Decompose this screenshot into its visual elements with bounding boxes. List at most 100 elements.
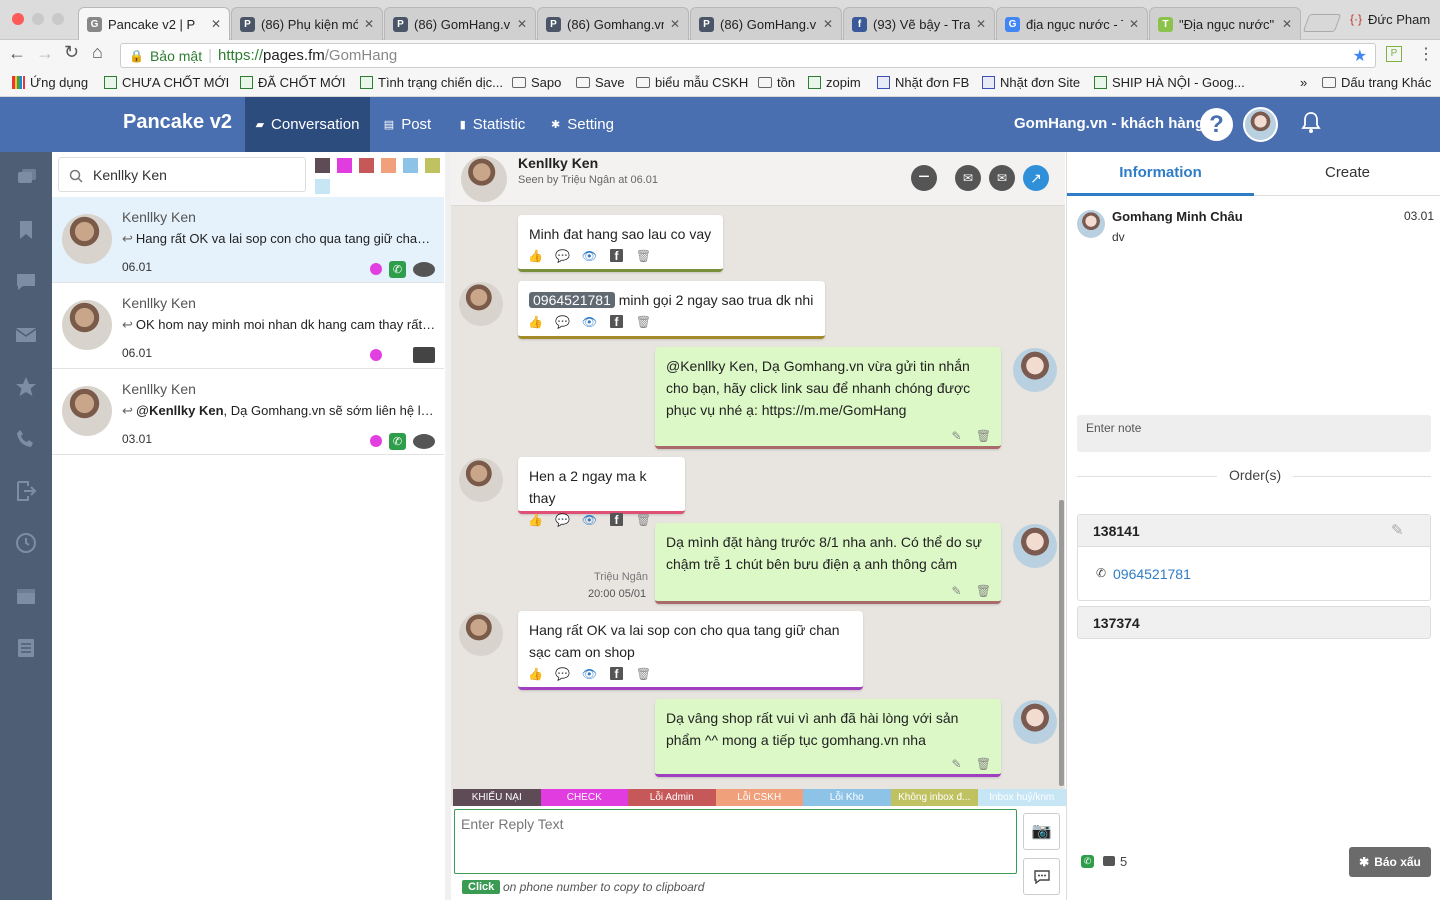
share-icon[interactable]: ↗ — [1023, 165, 1049, 191]
tag-button[interactable]: Lỗi Kho — [803, 789, 891, 806]
browser-tab[interactable]: P (86) Phụ kiện mới ✕ — [231, 7, 383, 40]
forward-icon[interactable]: → — [36, 43, 54, 64]
user-avatar[interactable] — [1243, 107, 1278, 142]
color-filter-swatch[interactable] — [315, 158, 330, 173]
chat-scrollbar[interactable] — [1059, 500, 1064, 786]
tag-button[interactable]: KHIẾU NẠI — [453, 789, 541, 806]
like-icon[interactable]: 👍 — [528, 315, 543, 329]
hide-icon[interactable]: 👁 — [582, 513, 597, 527]
color-filter-swatch[interactable] — [337, 158, 352, 173]
star-icon[interactable] — [14, 376, 38, 398]
color-filter-swatch[interactable] — [381, 158, 396, 173]
edit-icon[interactable]: ✎ — [950, 584, 963, 598]
app-logo[interactable]: Pancake v2 — [123, 111, 232, 134]
other-bookmarks[interactable]: Dấu trang Khác — [1322, 75, 1431, 90]
color-filter-swatch[interactable] — [425, 158, 440, 173]
tab-create[interactable]: Create — [1254, 152, 1440, 196]
logout-icon[interactable] — [14, 480, 38, 502]
browser-tab[interactable]: Gđịa ngục nước - T ✕ — [996, 7, 1148, 40]
tag-button[interactable]: Inbox huỷ/knm — [978, 789, 1066, 806]
tab-information[interactable]: Information — [1067, 152, 1254, 196]
conversation-item[interactable]: Kenllky Ken ↩ OK hom nay minh moi nhan dk … — [52, 283, 444, 369]
phone-icon[interactable] — [14, 428, 38, 450]
bookmark-item[interactable]: CHƯA CHỐT MỚI — [104, 75, 229, 90]
nav-tab-conversation[interactable]: ▰ Conversation — [245, 97, 370, 152]
bookmark-item[interactable]: Tình trạng chiến dịc... — [360, 75, 503, 90]
conversation-item[interactable]: Kenllky Ken ↩ @Kenllky Ken, Dạ Gomhang.vn … — [52, 369, 444, 455]
order-card[interactable]: 137374 — [1077, 606, 1431, 639]
bookmark-item[interactable]: Nhặt đơn Site — [982, 75, 1080, 90]
bookmark-item[interactable]: biểu mẫu CSKH — [636, 75, 748, 90]
tag-button[interactable]: Lỗi Admin — [628, 789, 716, 806]
like-icon[interactable]: 👍 — [528, 249, 543, 263]
browser-tab[interactable]: P (86) Gomhang.vn ✕ — [537, 7, 689, 40]
comment-icon[interactable]: 💬 — [555, 315, 570, 329]
search-input[interactable]: Kenllky Ken — [93, 167, 167, 183]
inbox-icon[interactable]: ✉ — [955, 165, 981, 191]
like-icon[interactable]: 👍 — [528, 513, 543, 527]
browser-tab[interactable]: P (86) GomHang.vn ✕ — [384, 7, 536, 40]
close-tab-icon[interactable]: ✕ — [1129, 17, 1139, 31]
incoming-message[interactable]: Minh đat hang sao lau co vay 👍 💬 👁 f 🗑 — [518, 215, 723, 272]
color-filter-swatch[interactable] — [315, 179, 330, 194]
edit-icon[interactable]: ✎ — [1391, 521, 1404, 539]
trash-icon[interactable]: 🗑 — [976, 584, 991, 598]
like-icon[interactable]: 👍 — [528, 667, 543, 681]
bookmark-item[interactable]: tồn — [758, 75, 795, 90]
customer-name[interactable]: Gomhang Minh Châu — [1112, 209, 1243, 224]
bell-icon[interactable] — [1300, 111, 1322, 138]
nav-tab-statistic[interactable]: ▮ Statistic — [445, 97, 540, 152]
trash-icon[interactable]: 🗑 — [636, 667, 651, 681]
close-tab-icon[interactable]: ✕ — [670, 17, 680, 31]
chat-customer-name[interactable]: Kenllky Ken — [518, 155, 598, 171]
calendar-icon[interactable] — [14, 585, 38, 607]
hide-icon[interactable]: 👁 — [582, 315, 597, 329]
help-icon[interactable]: ? — [1200, 108, 1233, 141]
order-card[interactable]: 138141 ✎ ✆ 0964521781 — [1077, 514, 1431, 601]
trash-icon[interactable]: 🗑 — [636, 315, 651, 329]
trash-icon[interactable]: 🗑 — [976, 429, 991, 443]
block-icon[interactable]: − — [911, 165, 937, 191]
bookmark-item[interactable]: Save — [576, 75, 625, 90]
bookmark-item[interactable]: ĐÃ CHỐT MỚI — [240, 75, 345, 90]
bookmark-star-icon[interactable]: ★ — [1353, 46, 1367, 66]
browser-tab[interactable]: G Pancake v2 | P ✕ — [78, 7, 230, 40]
list-icon[interactable] — [14, 637, 38, 659]
color-filter-swatch[interactable] — [359, 158, 374, 173]
facebook-icon[interactable]: f — [610, 249, 623, 263]
camera-icon[interactable]: 📷 — [1023, 813, 1060, 850]
outgoing-message[interactable]: Dạ mình đặt hàng trước 8/1 nha anh. Có t… — [655, 523, 1001, 604]
close-tab-icon[interactable]: ✕ — [1282, 17, 1292, 31]
facebook-icon[interactable]: f — [610, 513, 623, 527]
incoming-message[interactable]: Hang rất OK va lai sop con cho qua tang … — [518, 611, 863, 690]
reload-icon[interactable]: ↻ — [64, 42, 79, 63]
trash-icon[interactable]: 🗑 — [636, 513, 651, 527]
edit-icon[interactable]: ✎ — [950, 429, 963, 443]
report-bug-button[interactable]: ✱ Báo xấu — [1349, 847, 1431, 877]
hide-icon[interactable]: 👁 — [582, 667, 597, 681]
quick-reply-icon[interactable] — [1023, 858, 1060, 895]
extension-icon[interactable]: P — [1386, 46, 1402, 62]
close-tab-icon[interactable]: ✕ — [823, 17, 833, 31]
back-icon[interactable]: ← — [8, 43, 26, 64]
search-box[interactable]: Kenllky Ken — [58, 157, 306, 192]
comment-icon[interactable] — [14, 271, 38, 293]
mail-icon[interactable] — [14, 324, 38, 346]
outgoing-message[interactable]: Dạ vâng shop rất vui vì anh đã hài lòng … — [655, 699, 1001, 777]
bookmark-item[interactable]: SHIP HÀ NỘI - Goog... — [1094, 75, 1245, 90]
close-window-button[interactable] — [12, 13, 24, 25]
chat-avatar[interactable] — [461, 156, 507, 202]
menu-dots-icon[interactable]: ⋮ — [1418, 44, 1434, 64]
note-input[interactable]: Enter note — [1077, 415, 1431, 452]
order-phone[interactable]: 0964521781 — [1113, 566, 1191, 582]
minimize-window-button[interactable] — [32, 13, 44, 25]
conversations-icon[interactable] — [14, 167, 38, 189]
nav-tab-post[interactable]: ▤ Post — [370, 97, 445, 152]
facebook-icon[interactable]: f — [610, 667, 623, 681]
close-tab-icon[interactable]: ✕ — [517, 17, 527, 31]
browser-tab[interactable]: T "Địa ngục nước" ✕ — [1149, 7, 1301, 40]
bookmark-item[interactable]: Sapo — [512, 75, 561, 90]
tag-button[interactable]: Không inbox đ... — [890, 789, 978, 806]
close-tab-icon[interactable]: ✕ — [364, 17, 374, 31]
home-icon[interactable]: ⌂ — [92, 42, 103, 63]
